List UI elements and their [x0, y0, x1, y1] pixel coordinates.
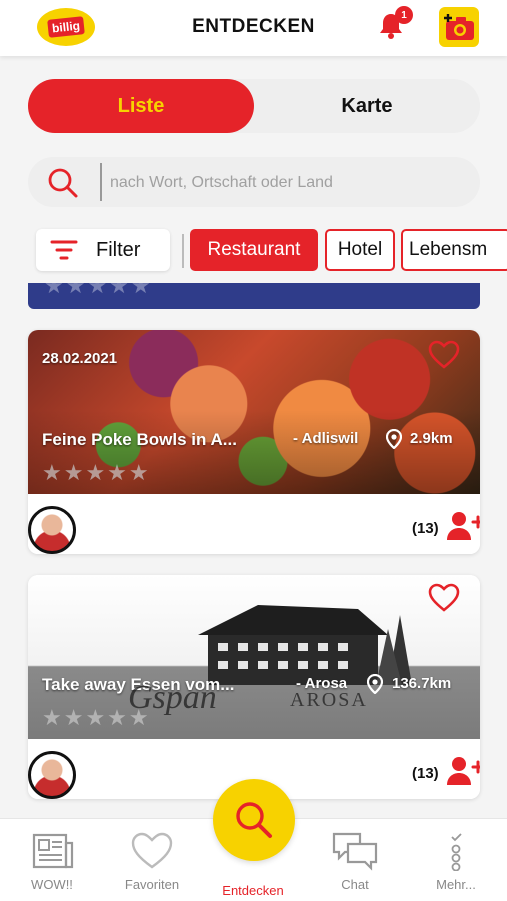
nav-label-entdecken: Entdecken: [222, 883, 284, 898]
post-distance: 136.7km: [392, 675, 452, 692]
newspaper-icon: [32, 833, 74, 869]
follower-count: (13): [412, 765, 439, 782]
follower-count: (13): [412, 520, 439, 537]
previous-card-edge: ★★★★★: [28, 283, 480, 309]
post-card[interactable]: Take away Essen vom... - Arosa 136.7km G…: [28, 575, 480, 799]
add-user-icon[interactable]: [446, 510, 480, 542]
rating-stars[interactable]: ★★★★★: [42, 460, 151, 486]
list-view-tab[interactable]: Liste: [28, 79, 254, 133]
location-pin-icon: [367, 674, 383, 694]
post-location: - Adliswil: [293, 430, 359, 447]
category-chip-restaurant[interactable]: Restaurant: [190, 229, 318, 271]
nav-item-chat[interactable]: Chat: [315, 819, 395, 901]
add-user-icon[interactable]: [446, 755, 480, 787]
map-view-tab[interactable]: Karte: [254, 79, 480, 133]
search-input[interactable]: [108, 162, 472, 204]
post-title: Feine Poke Bowls in A...: [42, 430, 237, 449]
nav-label-wow: WOW!!: [31, 877, 73, 892]
post-distance: 2.9km: [410, 430, 453, 447]
nav-item-mehr[interactable]: Mehr...: [416, 819, 496, 901]
previous-card-stars: ★★★★★: [44, 283, 153, 298]
nav-label-favoriten: Favoriten: [124, 877, 180, 892]
category-chip-hotel[interactable]: Hotel: [325, 229, 395, 271]
search-icon[interactable]: [46, 166, 80, 200]
post-footer: (13): [28, 494, 480, 554]
add-photo-button[interactable]: [439, 7, 479, 47]
rating-stars[interactable]: ★★★★★: [42, 705, 151, 731]
nav-label-mehr: Mehr...: [436, 877, 476, 892]
location-pin-icon: [386, 429, 402, 449]
post-card[interactable]: 28.02.2021 Feine Poke Bowls in A... - Ad…: [28, 330, 480, 554]
author-avatar[interactable]: [28, 751, 76, 799]
nav-label-chat: Chat: [341, 877, 369, 892]
more-dots-icon: [451, 833, 462, 871]
post-date: 28.02.2021: [42, 350, 118, 367]
author-avatar[interactable]: [28, 506, 76, 554]
heart-outline-icon: [131, 832, 173, 869]
category-chip-lebensmittel[interactable]: Lebensm: [401, 229, 507, 271]
filter-divider: [182, 234, 184, 268]
venue-logo-text: AROSA: [290, 689, 368, 711]
filter-button[interactable]: Filter: [36, 229, 170, 271]
camera-plus-icon: [444, 14, 474, 40]
notification-badge: 1: [395, 6, 413, 24]
heart-icon[interactable]: [428, 583, 460, 613]
search-divider: [100, 163, 102, 201]
page-title: ENTDECKEN: [192, 16, 315, 37]
search-icon: [236, 802, 272, 838]
filter-icon: [50, 240, 78, 260]
discover-fab[interactable]: [213, 779, 295, 861]
heart-icon[interactable]: [428, 340, 460, 370]
filter-label: Filter: [96, 238, 141, 261]
nav-item-favoriten[interactable]: Favoriten: [112, 819, 192, 901]
nav-item-wow[interactable]: WOW!!: [12, 819, 92, 901]
chat-bubbles-icon: [332, 832, 378, 871]
